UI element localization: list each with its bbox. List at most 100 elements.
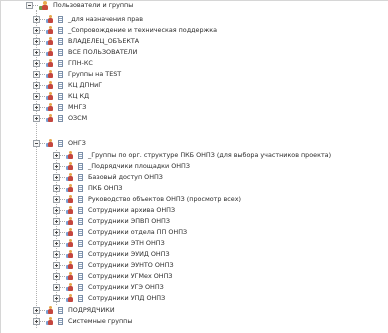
group-icon bbox=[46, 139, 55, 148]
expand-toggle-icon[interactable] bbox=[33, 115, 40, 122]
tree-group-node[interactable]: _для назначения прав bbox=[33, 14, 143, 25]
list-icon bbox=[78, 196, 83, 203]
expand-toggle-icon[interactable] bbox=[33, 104, 40, 111]
tree-group-node[interactable]: ОЗСМ bbox=[33, 113, 87, 124]
list-icon bbox=[58, 104, 63, 111]
tree-group-node[interactable]: Системные группы bbox=[33, 316, 132, 327]
tree-group-label: ГПН-КС bbox=[68, 59, 93, 67]
tree-group-node[interactable]: ГПН-КС bbox=[33, 58, 93, 69]
list-icon bbox=[58, 140, 63, 147]
tree-child-label: Сотрудники УПД ОНПЗ bbox=[88, 294, 166, 302]
tree-connector bbox=[33, 5, 38, 6]
tree-connector bbox=[40, 96, 45, 97]
tree-group-node-expanded[interactable]: ОНГЗ bbox=[33, 138, 86, 149]
tree-child-node[interactable]: Руководство объектов ОНПЗ (просмотр всех… bbox=[53, 194, 241, 205]
expand-toggle-icon[interactable] bbox=[53, 207, 60, 214]
tree-connector bbox=[40, 85, 45, 86]
tree-child-node[interactable]: Сотрудники УГЭ ОНПЗ bbox=[53, 282, 164, 293]
tree-group-node[interactable]: КЦ КД bbox=[33, 91, 89, 102]
expand-toggle-icon[interactable] bbox=[33, 38, 40, 45]
tree-connector bbox=[40, 52, 45, 53]
tree-connector bbox=[40, 143, 45, 144]
tree-child-label: Сотрудники УГМех ОНПЗ bbox=[88, 272, 173, 280]
expand-toggle-icon[interactable] bbox=[53, 251, 60, 258]
collapse-toggle-icon[interactable] bbox=[26, 2, 33, 9]
expand-toggle-icon[interactable] bbox=[53, 240, 60, 247]
tree-child-label: Сотрудники ЭТН ОНПЗ bbox=[88, 239, 165, 247]
tree-child-node[interactable]: _Группы по орг. структуре ПКБ ОНПЗ (для … bbox=[53, 150, 331, 161]
group-icon bbox=[66, 228, 75, 237]
expand-toggle-icon[interactable] bbox=[33, 60, 40, 67]
tree-child-node[interactable]: _Подрядчики площадки ОНПЗ bbox=[53, 161, 190, 172]
tree-child-node[interactable]: Базовый доступ ОНПЗ bbox=[53, 172, 163, 183]
group-icon bbox=[66, 283, 75, 292]
tree-connector bbox=[40, 107, 45, 108]
tree-group-node[interactable]: КЦ ДПНиГ bbox=[33, 80, 102, 91]
expand-toggle-icon[interactable] bbox=[53, 229, 60, 236]
tree-connector bbox=[60, 210, 65, 211]
group-icon bbox=[66, 173, 75, 182]
group-icon bbox=[66, 195, 75, 204]
group-icon bbox=[46, 306, 55, 315]
group-icon bbox=[46, 48, 55, 57]
expand-toggle-icon[interactable] bbox=[33, 27, 40, 34]
list-icon bbox=[78, 163, 83, 170]
list-icon bbox=[58, 38, 63, 45]
tree-child-label: Сотрудники архива ОНПЗ bbox=[88, 206, 176, 214]
tree-group-label: ОЗСМ bbox=[68, 114, 88, 122]
tree-child-node[interactable]: Сотрудники УГМех ОНПЗ bbox=[53, 271, 173, 282]
group-icon bbox=[66, 261, 75, 270]
expand-toggle-icon[interactable] bbox=[33, 49, 40, 56]
expand-toggle-icon[interactable] bbox=[53, 284, 60, 291]
tree-group-node[interactable]: ВСЕ ПОЛЬЗОВАТЕЛИ bbox=[33, 47, 137, 58]
expand-toggle-icon[interactable] bbox=[53, 262, 60, 269]
tree-child-node[interactable]: Сотрудники УПД ОНПЗ bbox=[53, 293, 165, 304]
tree-child-label: Сотрудники УГЭ ОНПЗ bbox=[88, 283, 164, 291]
tree-child-node[interactable]: Сотрудники архива ОНПЗ bbox=[53, 205, 175, 216]
expand-toggle-icon[interactable] bbox=[53, 295, 60, 302]
tree-child-label: Руководство объектов ОНПЗ (просмотр всех… bbox=[88, 195, 241, 203]
tree-child-node[interactable]: Сотрудники отдела ПП ОНПЗ bbox=[53, 227, 187, 238]
expand-toggle-icon[interactable] bbox=[53, 273, 60, 280]
expand-toggle-icon[interactable] bbox=[33, 16, 40, 23]
tree-group-node[interactable]: Группы на TEST bbox=[33, 69, 121, 80]
tree-root-node[interactable]: Пользователи и группы bbox=[26, 0, 133, 11]
expand-toggle-icon[interactable] bbox=[33, 82, 40, 89]
list-icon bbox=[78, 218, 83, 225]
tree-group-label: КЦ КД bbox=[68, 92, 90, 100]
group-icon bbox=[66, 206, 75, 215]
tree-group-node[interactable]: ПОДРЯДЧИКИ bbox=[33, 305, 115, 316]
list-icon bbox=[78, 174, 83, 181]
expand-toggle-icon[interactable] bbox=[53, 185, 60, 192]
group-icon bbox=[46, 37, 55, 46]
tree-group-label: _Сопровождение и техническая поддержка bbox=[68, 26, 218, 34]
expand-toggle-icon[interactable] bbox=[53, 218, 60, 225]
expand-toggle-icon[interactable] bbox=[53, 196, 60, 203]
list-icon bbox=[58, 93, 63, 100]
tree-group-node[interactable]: _Сопровождение и техническая поддержка bbox=[33, 25, 217, 36]
expand-toggle-icon[interactable] bbox=[33, 307, 40, 314]
list-icon bbox=[78, 207, 83, 214]
group-icon bbox=[66, 250, 75, 259]
tree-group-node[interactable]: ВЛАДЕЛЕЦ_ОБЪЕКТА bbox=[33, 36, 139, 47]
tree-group-label: ВСЕ ПОЛЬЗОВАТЕЛИ bbox=[68, 48, 138, 56]
expand-toggle-icon[interactable] bbox=[33, 318, 40, 325]
expand-toggle-icon[interactable] bbox=[33, 71, 40, 78]
tree-child-node[interactable]: Сотрудники ЭУИД ОНПЗ bbox=[53, 249, 170, 260]
tree-connector bbox=[60, 254, 65, 255]
tree-group-label: ПОДРЯДЧИКИ bbox=[68, 306, 115, 314]
expand-toggle-icon[interactable] bbox=[53, 174, 60, 181]
tree-group-node[interactable]: МНГЗ bbox=[33, 102, 86, 113]
expand-toggle-icon[interactable] bbox=[53, 152, 60, 159]
expand-toggle-icon[interactable] bbox=[53, 163, 60, 170]
list-icon bbox=[58, 27, 63, 34]
list-icon bbox=[78, 273, 83, 280]
tree-child-node[interactable]: Сотрудники ЭПВП ОНПЗ bbox=[53, 216, 170, 227]
tree-child-node[interactable]: ПКБ ОНПЗ bbox=[53, 183, 123, 194]
tree-group-label: Системные группы bbox=[68, 317, 133, 325]
tree-child-node[interactable]: Сотрудники ЭТН ОНПЗ bbox=[53, 238, 165, 249]
expand-toggle-icon[interactable] bbox=[33, 93, 40, 100]
collapse-toggle-icon[interactable] bbox=[33, 140, 40, 147]
tree-group-label: ОНГЗ bbox=[68, 139, 86, 147]
tree-child-node[interactable]: Сотрудники ЭУНТО ОНПЗ bbox=[53, 260, 174, 271]
